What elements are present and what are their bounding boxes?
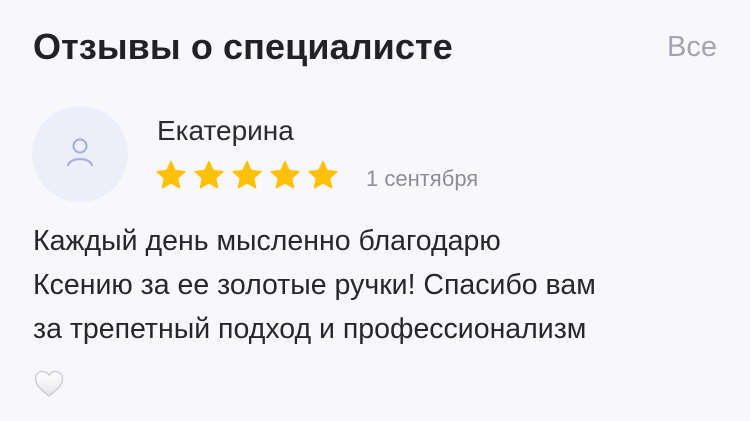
review-text-line: Каждый день мысленно благодарю [33, 225, 501, 257]
review-text: Каждый день мысленно благодарю Ксению за… [33, 219, 733, 351]
star-icon [231, 160, 263, 191]
white-heart-icon [34, 370, 64, 398]
section-title: Отзывы о специалисте [33, 26, 453, 67]
rating-stars [155, 160, 339, 191]
star-icon [193, 160, 225, 191]
star-icon [307, 160, 339, 191]
review-text-line: Ксению за ее золотые ручки! Спасибо вам [33, 269, 596, 301]
star-icon [269, 160, 301, 191]
reviews-widget: Отзывы о специалисте Все Екатерина 1 сен… [0, 0, 750, 421]
reviewer-name: Екатерина [157, 115, 294, 146]
review-text-line: за трепетный подход и профессионализм [33, 313, 587, 345]
user-icon [63, 134, 97, 174]
star-icon [155, 160, 187, 191]
review-date: 1 сентября [366, 166, 479, 191]
avatar [32, 106, 128, 202]
see-all-link[interactable]: Все [667, 31, 717, 64]
